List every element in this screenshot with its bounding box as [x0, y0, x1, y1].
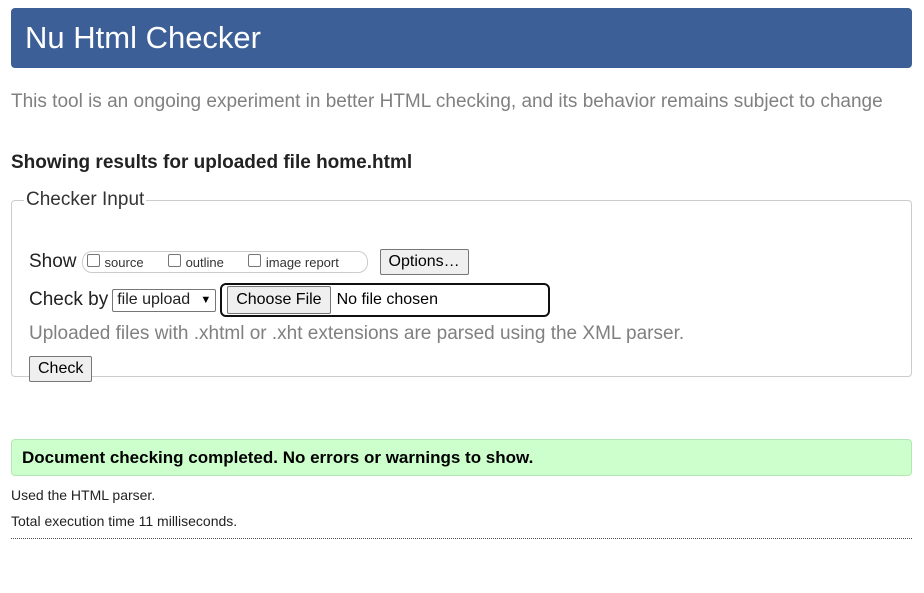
dotted-divider	[11, 538, 912, 539]
show-label: Show	[29, 251, 77, 272]
outline-checkbox[interactable]	[167, 253, 181, 267]
success-message: Document checking completed. No errors o…	[11, 439, 912, 476]
file-status-text: No file chosen	[336, 291, 438, 308]
check-by-selected-value: file upload	[117, 291, 191, 308]
parser-info: Used the HTML parser.	[11, 487, 156, 503]
source-checkbox-label[interactable]: source	[105, 255, 144, 270]
check-by-label: Check by	[29, 289, 109, 310]
check-by-select[interactable]: file upload ▼	[112, 288, 217, 312]
check-button[interactable]: Check	[29, 356, 93, 382]
results-heading: Showing results for uploaded file home.h…	[11, 152, 413, 173]
xml-parser-note: Uploaded files with .xhtml or .xht exten…	[29, 323, 685, 344]
intro-text: This tool is an ongoing experiment in be…	[11, 91, 883, 112]
checker-input-legend: Checker Input	[26, 189, 145, 210]
check-by-row: Check by file upload ▼ Choose File No fi…	[29, 283, 551, 317]
execution-time: Total execution time 11 milliseconds.	[11, 513, 238, 529]
source-checkbox[interactable]	[86, 253, 100, 267]
outline-checkbox-label[interactable]: outline	[186, 255, 224, 270]
app-header: Nu Html Checker	[11, 8, 912, 68]
checker-input-fieldset: Checker Input Show source outline image …	[11, 189, 912, 382]
image-report-checkbox[interactable]	[247, 253, 261, 267]
show-row: Show source outline image report Options…	[29, 249, 469, 275]
options-button[interactable]: Options…	[379, 249, 469, 275]
image-report-checkbox-label[interactable]: image report	[266, 255, 339, 270]
file-input[interactable]: Choose File No file chosen	[220, 283, 551, 317]
show-options-group: source outline image report	[81, 251, 368, 273]
chevron-down-icon: ▼	[200, 294, 212, 306]
choose-file-button[interactable]: Choose File	[227, 286, 331, 314]
app-title: Nu Html Checker	[25, 20, 261, 55]
